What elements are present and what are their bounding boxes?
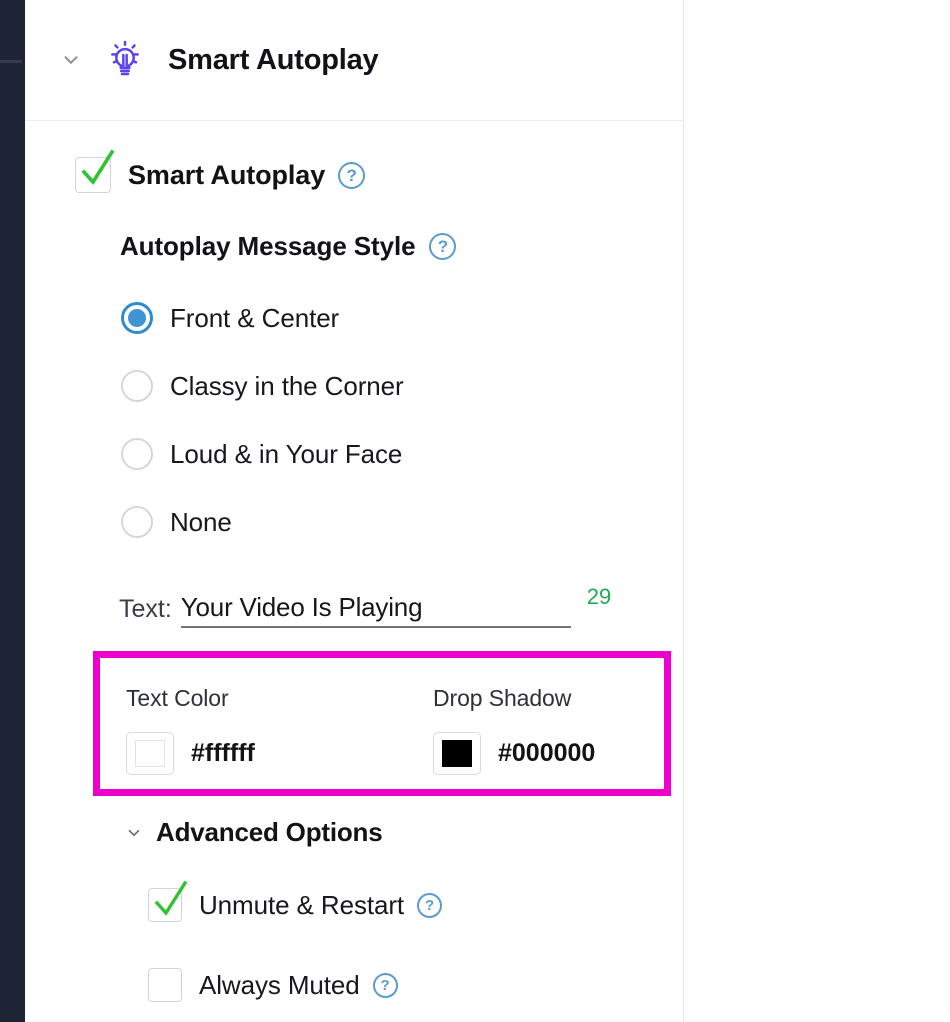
- unmute-and-restart-checkbox[interactable]: [148, 880, 188, 922]
- rail-divider: [0, 60, 22, 63]
- autoplay-text-input[interactable]: Your Video Is Playing: [180, 592, 571, 628]
- radio-option-loud-and-in-your-face[interactable]: Loud & in Your Face: [121, 420, 683, 488]
- lightbulb-icon: [104, 39, 146, 81]
- app-side-rail: [0, 0, 25, 1022]
- chevron-down-icon[interactable]: [124, 823, 144, 843]
- text-color-swatch[interactable]: [126, 732, 174, 775]
- advanced-options-list: Unmute & Restart ? Always Muted ?: [25, 848, 683, 1022]
- always-muted-label: Always Muted: [199, 969, 360, 1000]
- panel-header: Smart Autoplay: [25, 0, 683, 121]
- checkbox-row-always-muted[interactable]: Always Muted ?: [148, 945, 683, 1022]
- screen-root: Smart Autoplay Smart Autoplay ? Autoplay…: [0, 0, 950, 1022]
- question-mark-icon[interactable]: ?: [429, 233, 457, 260]
- advanced-options-label: Advanced Options: [156, 817, 383, 847]
- advanced-options-toggle[interactable]: Advanced Options: [25, 796, 683, 848]
- radio-label: Loud & in Your Face: [170, 438, 403, 469]
- radio-indicator[interactable]: [121, 506, 153, 538]
- autoplay-message-style-label: Autoplay Message Style: [120, 231, 416, 261]
- chevron-down-icon[interactable]: [58, 47, 84, 73]
- radio-indicator[interactable]: [121, 370, 153, 402]
- drop-shadow-group: Drop Shadow #000000: [433, 685, 595, 775]
- checkbox-row-unmute-and-restart[interactable]: Unmute & Restart ?: [148, 865, 683, 945]
- check-icon: [81, 149, 115, 185]
- radio-indicator[interactable]: [121, 302, 153, 334]
- radio-label: None: [170, 506, 232, 537]
- text-color-group: Text Color #ffffff: [126, 685, 255, 775]
- radio-indicator[interactable]: [121, 438, 153, 470]
- radio-option-front-and-center[interactable]: Front & Center: [121, 284, 683, 352]
- check-icon: [154, 880, 188, 916]
- drop-shadow-color-swatch[interactable]: [433, 732, 481, 775]
- page-title: Smart Autoplay: [168, 43, 379, 76]
- radio-option-classy-in-the-corner[interactable]: Classy in the Corner: [121, 352, 683, 420]
- smart-autoplay-panel: Smart Autoplay Smart Autoplay ? Autoplay…: [25, 0, 684, 1022]
- color-swatch-fill: [135, 740, 165, 767]
- text-field-caption: Text:: [119, 595, 172, 623]
- question-mark-icon[interactable]: ?: [417, 892, 443, 918]
- always-muted-checkbox[interactable]: [148, 968, 182, 1002]
- character-count: 29: [586, 584, 612, 609]
- radio-label: Classy in the Corner: [170, 370, 404, 401]
- panel-body: Smart Autoplay ? Autoplay Message Style …: [25, 121, 683, 1022]
- drop-shadow-color-picker[interactable]: #000000: [433, 732, 595, 775]
- autoplay-text-row: Text: Your Video Is Playing 29: [25, 556, 683, 628]
- text-color-label: Text Color: [126, 685, 229, 711]
- question-mark-icon[interactable]: ?: [338, 161, 366, 189]
- drop-shadow-label: Drop Shadow: [433, 685, 572, 711]
- color-swatch-fill: [442, 740, 472, 767]
- text-color-picker[interactable]: #ffffff: [126, 732, 255, 775]
- autoplay-text-value: Your Video Is Playing: [180, 592, 423, 622]
- autoplay-message-style-options: Front & Center Classy in the Corner Loud…: [25, 262, 683, 556]
- question-mark-icon[interactable]: ?: [372, 972, 398, 998]
- smart-autoplay-label: Smart Autoplay: [128, 159, 326, 190]
- radio-label: Front & Center: [170, 302, 340, 333]
- radio-option-none[interactable]: None: [121, 488, 683, 556]
- autoplay-message-style-heading-row: Autoplay Message Style ?: [25, 193, 683, 262]
- smart-autoplay-checkbox[interactable]: [75, 149, 115, 193]
- drop-shadow-hex-value[interactable]: #000000: [498, 739, 595, 768]
- unmute-and-restart-label: Unmute & Restart: [199, 889, 405, 920]
- smart-autoplay-toggle-row[interactable]: Smart Autoplay ?: [25, 121, 683, 193]
- text-color-hex-value[interactable]: #ffffff: [191, 739, 255, 768]
- color-settings-highlight-box: Text Color #ffffff Drop Shadow #000000: [93, 651, 671, 796]
